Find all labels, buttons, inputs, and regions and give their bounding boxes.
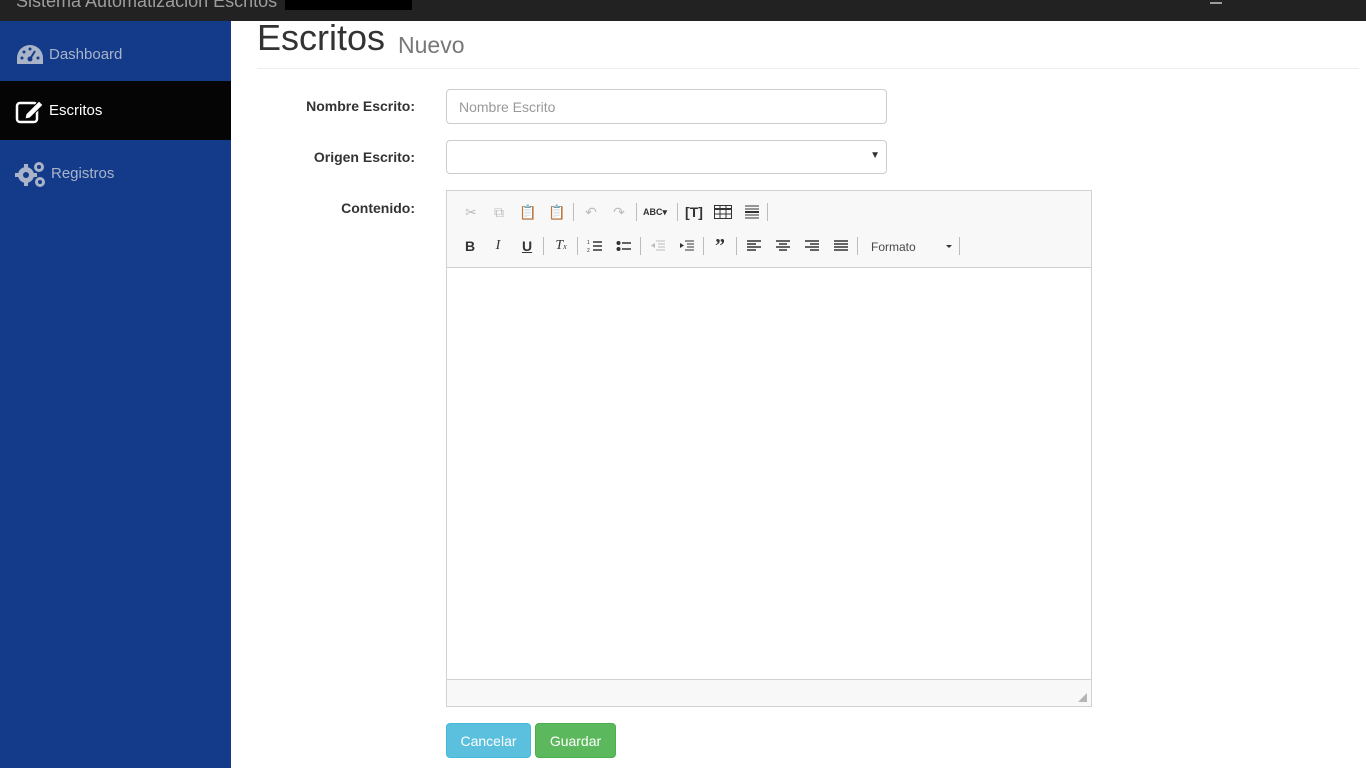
sidebar-item-label: Registros (51, 165, 115, 182)
bulleted-list-icon[interactable] (612, 234, 636, 258)
svg-text:2: 2 (587, 248, 590, 253)
editor-status-bar (447, 679, 1091, 706)
toolbar-separator (543, 237, 544, 255)
dashboard-icon (15, 43, 45, 67)
resize-handle-icon[interactable] (1078, 693, 1087, 702)
rich-text-editor: ✂ ⧉ 📋 📋 ↶ ↷ ABC▾ [T] B I U Tx 12 ” Forma… (446, 190, 1092, 707)
table-icon[interactable] (711, 200, 735, 224)
svg-text:1: 1 (587, 240, 590, 246)
indent-icon[interactable] (675, 234, 699, 258)
sidebar-item-label: Dashboard (49, 46, 123, 63)
toolbar-separator (736, 237, 737, 255)
text-field-icon[interactable]: [T] (682, 200, 706, 224)
toolbar-separator (959, 237, 960, 255)
save-button[interactable]: Guardar (535, 723, 616, 758)
gears-icon (15, 159, 47, 189)
spellcheck-icon[interactable]: ABC▾ (643, 200, 667, 224)
align-left-icon[interactable] (742, 234, 766, 258)
contenido-label: Contenido: (341, 200, 415, 216)
toolbar-separator (767, 203, 768, 221)
horizontal-line-icon[interactable] (740, 200, 764, 224)
cut-icon[interactable]: ✂ (459, 200, 483, 224)
chevron-down-icon (946, 245, 952, 248)
toolbar-separator (577, 237, 578, 255)
undo-icon[interactable]: ↶ (579, 200, 603, 224)
nombre-escrito-label: Nombre Escrito: (306, 98, 415, 114)
user-icon[interactable] (1210, 0, 1222, 4)
paste-text-icon[interactable]: 📋 (545, 200, 569, 224)
redo-icon[interactable]: ↷ (607, 200, 631, 224)
edit-icon (15, 98, 45, 124)
page-header: Escritos Nuevo (257, 17, 1359, 69)
outdent-icon[interactable] (646, 234, 670, 258)
paste-icon[interactable]: 📋 (516, 200, 540, 224)
justify-icon[interactable] (829, 234, 853, 258)
dropdown-arrow-icon: ▼ (870, 150, 880, 161)
sidebar-item-label: Escritos (49, 102, 103, 119)
page-subtitle: Nuevo (398, 32, 465, 58)
remove-format-icon[interactable]: Tx (549, 234, 573, 258)
editor-content-area[interactable] (447, 268, 1091, 679)
format-dropdown-label: Formato (871, 240, 916, 254)
italic-icon[interactable]: I (486, 234, 510, 258)
cancel-button[interactable]: Cancelar (446, 723, 531, 758)
redacted-block (285, 0, 412, 10)
sidebar-item-dashboard[interactable]: Dashboard (0, 25, 231, 84)
page-title: Escritos (257, 17, 386, 58)
sidebar: Dashboard Escritos Registros (0, 21, 231, 768)
app-title[interactable]: Sistema Automatización Escritos (16, 0, 277, 12)
origen-escrito-select[interactable]: ▼ (446, 140, 887, 174)
align-right-icon[interactable] (800, 234, 824, 258)
toolbar-separator (677, 203, 678, 221)
bold-icon[interactable]: B (458, 234, 482, 258)
toolbar-separator (636, 203, 637, 221)
toolbar-separator (640, 237, 641, 255)
sidebar-item-escritos[interactable]: Escritos (0, 81, 231, 140)
top-navbar: Sistema Automatización Escritos (0, 0, 1366, 21)
copy-icon[interactable]: ⧉ (487, 200, 511, 224)
toolbar-separator (573, 203, 574, 221)
editor-toolbar: ✂ ⧉ 📋 📋 ↶ ↷ ABC▾ [T] B I U Tx 12 ” Forma… (447, 191, 1091, 268)
blockquote-icon[interactable]: ” (708, 234, 732, 258)
underline-icon[interactable]: U (515, 234, 539, 258)
toolbar-separator (857, 237, 858, 255)
sidebar-item-registros[interactable]: Registros (0, 144, 231, 203)
align-center-icon[interactable] (771, 234, 795, 258)
nombre-escrito-input[interactable] (446, 89, 887, 124)
format-dropdown[interactable]: Formato (866, 236, 958, 258)
toolbar-separator (703, 237, 704, 255)
origen-escrito-label: Origen Escrito: (313, 149, 415, 165)
numbered-list-icon[interactable]: 12 (583, 234, 607, 258)
